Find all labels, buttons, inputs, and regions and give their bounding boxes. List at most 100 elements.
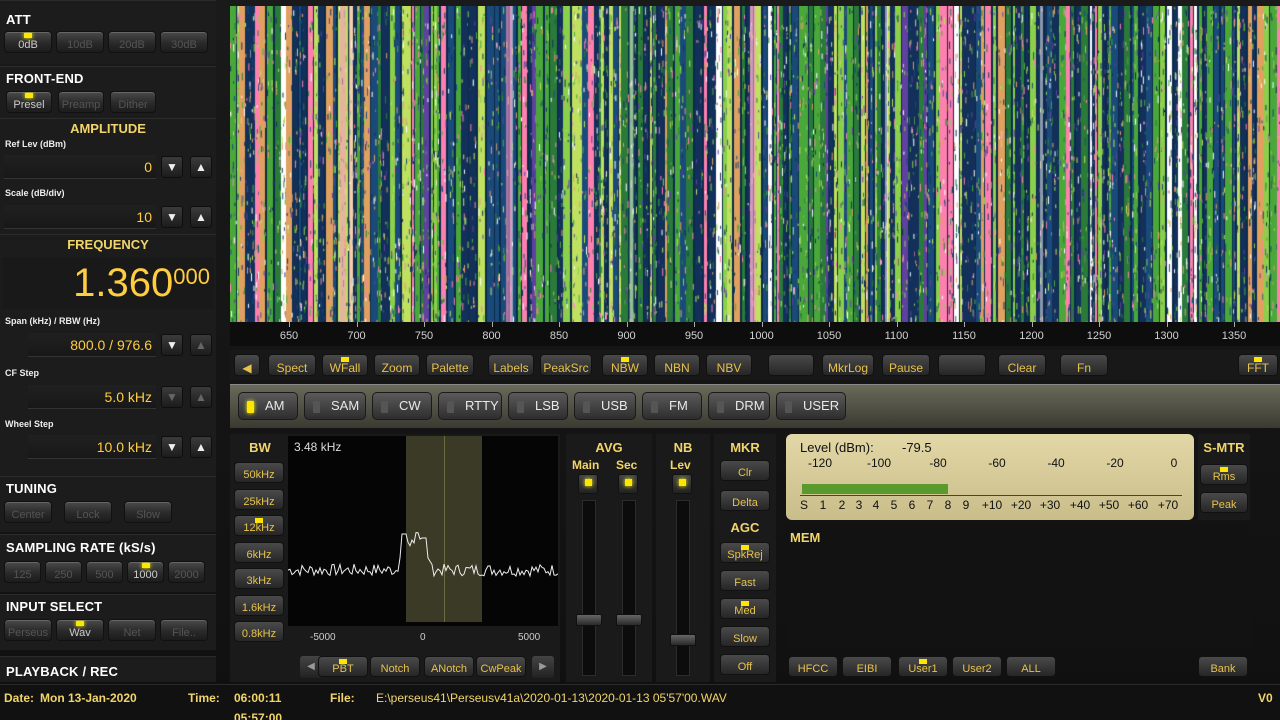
avg-main-fader[interactable] <box>582 500 596 676</box>
ref-level-down-button[interactable]: ▼ <box>161 156 183 178</box>
sampling-0-button[interactable]: 125 <box>4 561 41 583</box>
toolbar-button-15[interactable]: Fn <box>1060 354 1108 376</box>
sampling-3-button[interactable]: 1000 <box>127 561 164 583</box>
ref-level-field[interactable]: 0 <box>4 155 156 179</box>
sampling-4-button[interactable]: 2000 <box>168 561 205 583</box>
sampling-1-button[interactable]: 250 <box>45 561 82 583</box>
mem-all-button[interactable]: ALL <box>1006 656 1056 677</box>
frontend-0-button[interactable]: Presel <box>6 91 52 113</box>
toolbar-button-5[interactable]: Labels <box>488 354 534 376</box>
bw-4-button[interactable]: 3kHz <box>234 568 284 589</box>
bw-bottom-2-button[interactable]: ANotch <box>424 656 474 677</box>
input-1-button[interactable]: Wav <box>56 619 104 641</box>
agc-0-button[interactable]: SpkRej <box>720 542 770 563</box>
mode-lsb-button[interactable]: LSB <box>508 392 568 420</box>
nb-fader[interactable] <box>676 500 690 676</box>
sampling-2-button[interactable]: 500 <box>86 561 123 583</box>
nb-knob[interactable] <box>670 634 696 646</box>
mem-hfcc-button[interactable]: HFCC <box>788 656 838 677</box>
mode-sam-button[interactable]: SAM <box>304 392 366 420</box>
avg-sec-knob[interactable] <box>616 614 642 626</box>
mode-cw-button[interactable]: CW <box>372 392 432 420</box>
toolbar-button-11[interactable]: MkrLog <box>822 354 874 376</box>
input-2-button[interactable]: Net <box>108 619 156 641</box>
toolbar-button-0[interactable]: ◀ <box>234 354 260 376</box>
bw-2-button[interactable]: 12kHz <box>234 515 284 536</box>
toolbar-button-10[interactable] <box>768 354 814 376</box>
mode-user-button[interactable]: USER <box>776 392 846 420</box>
agc-2-button[interactable]: Med <box>720 598 770 619</box>
bw-bottom-0-button[interactable]: PBT <box>318 656 368 677</box>
bw-bottom-1-button[interactable]: Notch <box>370 656 420 677</box>
wheel-step-field[interactable]: 10.0 kHz <box>28 435 156 459</box>
frontend-1-button[interactable]: Preamp <box>58 91 104 113</box>
scale-up-button[interactable]: ▲ <box>190 206 212 228</box>
bw-1-button[interactable]: 25kHz <box>234 488 284 510</box>
mem-bank-button[interactable]: Bank <box>1198 656 1248 677</box>
cf-step-down-button[interactable]: ▼ <box>161 386 183 408</box>
scale-field[interactable]: 10 <box>4 205 156 229</box>
bw-6-button[interactable]: 0.8kHz <box>234 621 284 642</box>
att-0-button[interactable]: 0dB <box>4 31 52 53</box>
wheel-step-down-button[interactable]: ▼ <box>161 436 183 458</box>
cf-step-field[interactable]: 5.0 kHz <box>28 385 156 409</box>
avg-main-knob[interactable] <box>576 614 602 626</box>
ref-level-up-button[interactable]: ▲ <box>190 156 212 178</box>
att-2-button[interactable]: 20dB <box>108 31 156 53</box>
wheel-step-up-button[interactable]: ▲ <box>190 436 212 458</box>
avg-main-toggle[interactable] <box>578 474 598 494</box>
mode-rtty-button[interactable]: RTTY <box>438 392 502 420</box>
toolbar-button-8[interactable]: NBN <box>654 354 700 376</box>
mode-fm-button[interactable]: FM <box>642 392 702 420</box>
agc-1-button[interactable]: Fast <box>720 570 770 591</box>
mem-eibi-button[interactable]: EIBI <box>842 656 892 677</box>
toolbar-button-1[interactable]: Spect <box>268 354 316 376</box>
mem-user2-button[interactable]: User2 <box>952 656 1002 677</box>
bw-5-button[interactable]: 1.6kHz <box>234 594 284 616</box>
span-down-button[interactable]: ▼ <box>161 334 183 356</box>
att-3-button[interactable]: 30dB <box>160 31 208 53</box>
mode-drm-button[interactable]: DRM <box>708 392 770 420</box>
avg-sec-toggle[interactable] <box>618 474 638 494</box>
mode-usb-button[interactable]: USB <box>574 392 636 420</box>
bw-right-arrow[interactable]: ▶ <box>532 656 554 678</box>
toolbar-button-9[interactable]: NBV <box>706 354 752 376</box>
scale-down-button[interactable]: ▼ <box>161 206 183 228</box>
toolbar-button-12[interactable]: Pause <box>882 354 930 376</box>
mkr-0-button[interactable]: Clr <box>720 460 770 481</box>
toolbar-button-13[interactable] <box>938 354 986 376</box>
toolbar-button-2[interactable]: WFall <box>322 354 368 376</box>
frequency-display[interactable]: 1.360000 <box>2 257 214 309</box>
mode-am-button[interactable]: AM <box>238 392 298 420</box>
tuning-0-button[interactable]: Center <box>4 501 52 523</box>
nb-toggle[interactable] <box>672 474 692 494</box>
toolbar-button-4[interactable]: Palette <box>426 354 474 376</box>
toolbar-button-14[interactable]: Clear <box>998 354 1046 376</box>
span-field[interactable]: 800.0 / 976.6 <box>28 333 156 357</box>
toolbar-button-6[interactable]: PeakSrc <box>540 354 592 376</box>
att-1-button[interactable]: 10dB <box>56 31 104 53</box>
mkr-1-button[interactable]: Delta <box>720 490 770 511</box>
mem-user1-button[interactable]: User1 <box>898 656 948 677</box>
smeter-0-button[interactable]: Rms <box>1200 464 1248 485</box>
bw-spectrum[interactable]: 3.48 kHz -5000 0 5000 <box>288 436 558 643</box>
tuning-2-button[interactable]: Slow <box>124 501 172 523</box>
waterfall-canvas[interactable] <box>230 6 1280 322</box>
toolbar-button-16[interactable]: FFT <box>1238 354 1278 376</box>
avg-sec-fader[interactable] <box>622 500 636 676</box>
cf-step-up-button[interactable]: ▲ <box>190 386 212 408</box>
tuning-1-button[interactable]: Lock <box>64 501 112 523</box>
bw-bottom-3-button[interactable]: CwPeak <box>476 656 526 677</box>
frontend-2-button[interactable]: Dither <box>110 91 156 113</box>
span-up-button[interactable]: ▲ <box>190 334 212 356</box>
toolbar-button-7[interactable]: NBW <box>602 354 648 376</box>
agc-3-button[interactable]: Slow <box>720 626 770 647</box>
bw-0-button[interactable]: 50kHz <box>234 462 284 483</box>
toolbar-button-3[interactable]: Zoom <box>374 354 420 376</box>
smeter-1-button[interactable]: Peak <box>1200 492 1248 513</box>
waterfall-display[interactable] <box>230 6 1280 322</box>
input-3-button[interactable]: File.. <box>160 619 208 641</box>
bw-3-button[interactable]: 6kHz <box>234 541 284 563</box>
agc-4-button[interactable]: Off <box>720 654 770 675</box>
input-0-button[interactable]: Perseus <box>4 619 52 641</box>
